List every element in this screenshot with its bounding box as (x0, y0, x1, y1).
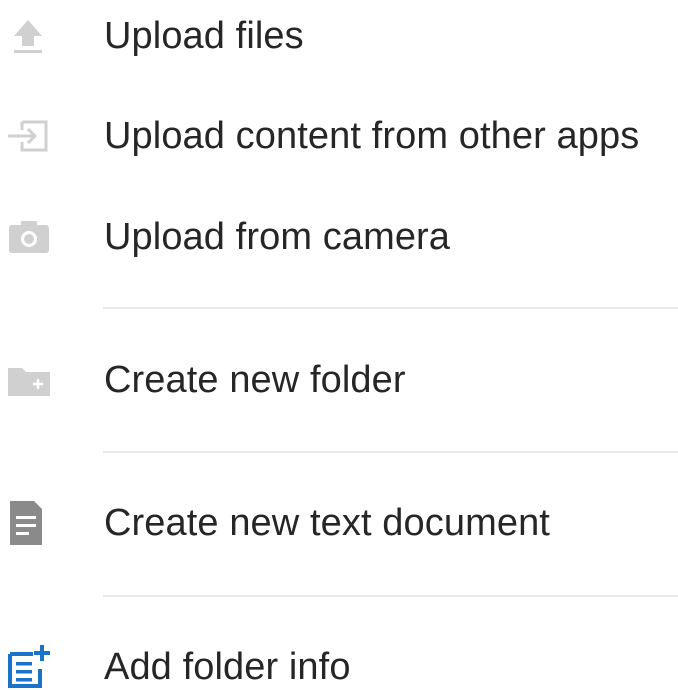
add-info-icon (0, 627, 60, 690)
menu-item-label: Create new folder (104, 359, 406, 401)
camera-icon (0, 197, 60, 277)
menu-item-upload-from-apps[interactable]: Upload content from other apps (0, 96, 678, 176)
menu-item-label: Upload content from other apps (104, 115, 640, 157)
upload-icon (0, 0, 60, 76)
menu-item-label: Create new text document (104, 502, 550, 544)
menu-item-add-folder-info[interactable]: Add folder info (0, 627, 678, 690)
menu-divider (103, 307, 678, 309)
menu-divider (103, 451, 678, 453)
menu-item-create-text-document[interactable]: Create new text document (0, 483, 678, 563)
import-icon (0, 96, 60, 176)
menu-item-label: Upload from camera (104, 216, 451, 258)
new-folder-icon (0, 340, 60, 420)
menu-item-upload-from-camera[interactable]: Upload from camera (0, 197, 678, 277)
menu-item-create-folder[interactable]: Create new folder (0, 340, 678, 420)
menu-divider (103, 595, 678, 597)
menu-item-label: Upload files (104, 15, 304, 57)
menu-item-upload-files[interactable]: Upload files (0, 0, 678, 76)
menu-item-label: Add folder info (104, 646, 351, 688)
text-document-icon (0, 483, 60, 563)
